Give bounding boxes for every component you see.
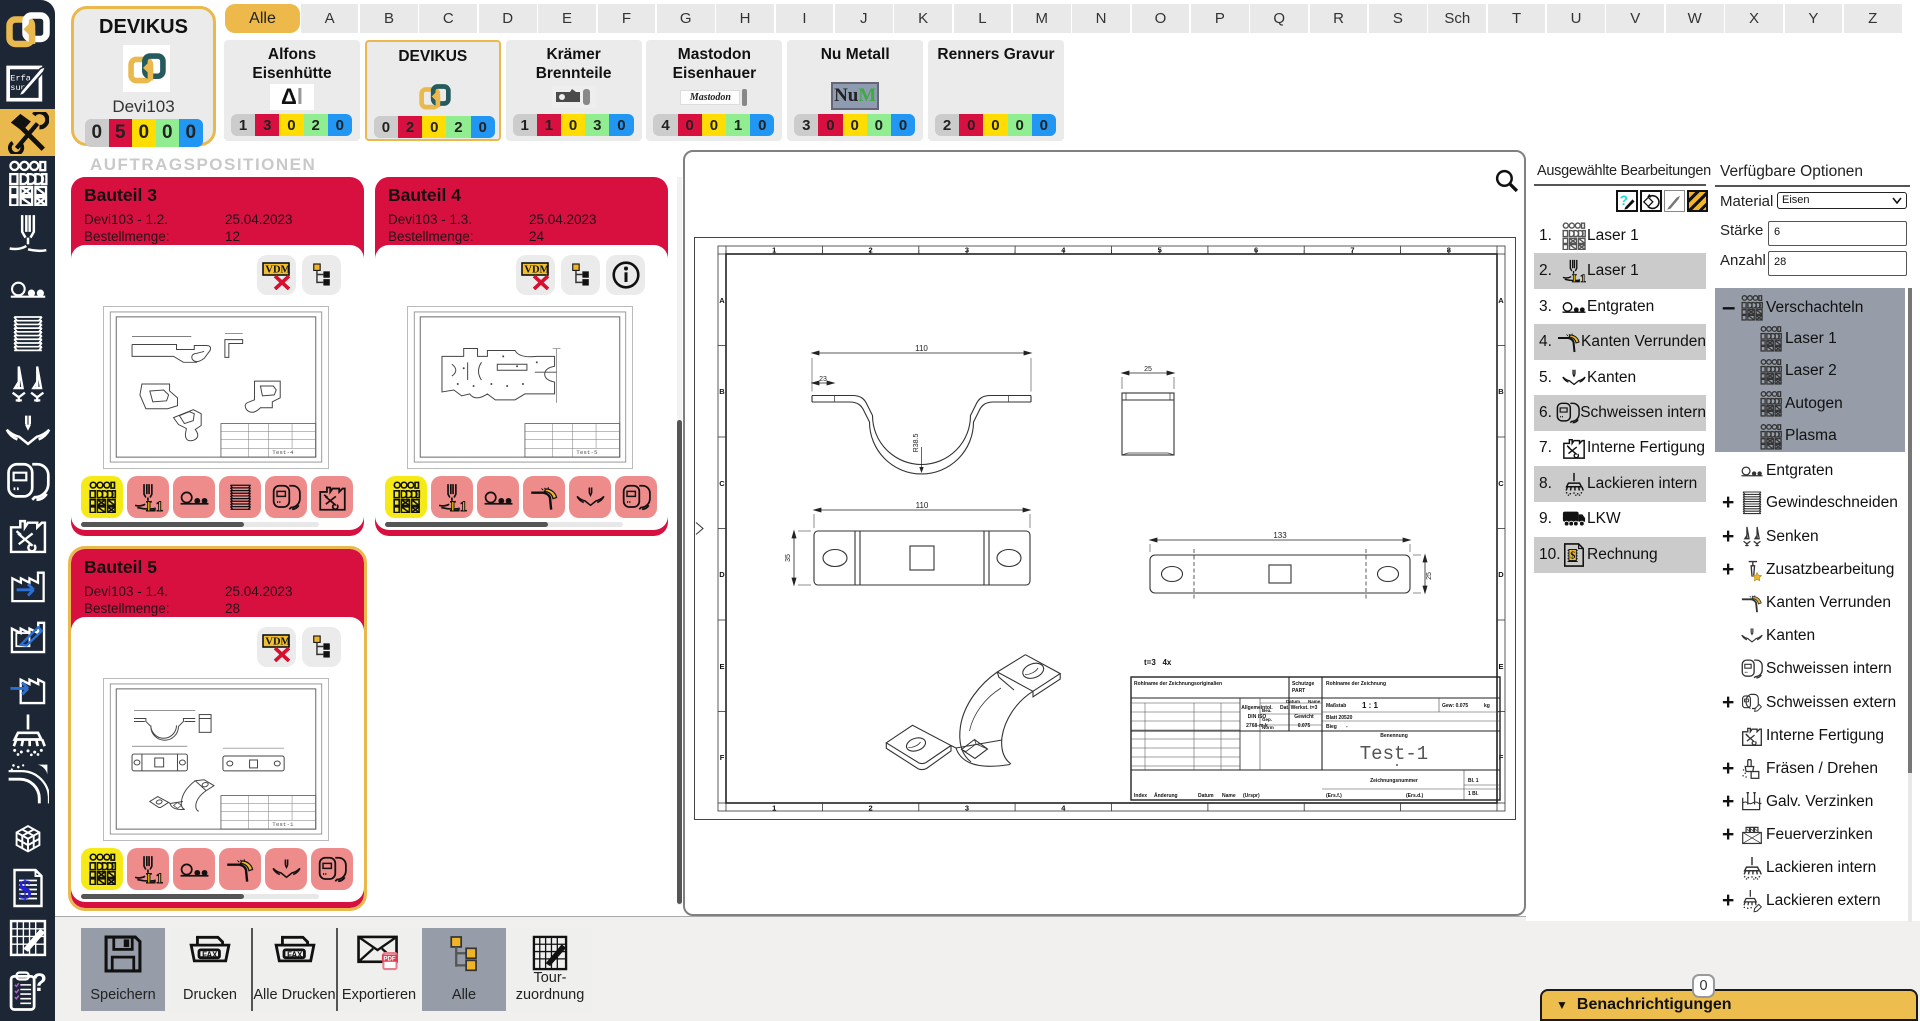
svg-text:5: 5 bbox=[1158, 246, 1162, 255]
svg-text:35: 35 bbox=[785, 554, 792, 562]
svg-text:2: 2 bbox=[869, 804, 873, 813]
svg-text:Test-1: Test-1 bbox=[1360, 743, 1428, 765]
svg-text:Zeichnungsnummer: Zeichnungsnummer bbox=[1370, 778, 1418, 784]
svg-text:Norm: Norm bbox=[1262, 725, 1274, 730]
svg-text:Test-1: Test-1 bbox=[272, 821, 294, 828]
svg-text:Dat.: Dat. bbox=[1280, 705, 1290, 711]
svg-text:3: 3 bbox=[965, 246, 969, 255]
svg-text:A: A bbox=[1498, 296, 1504, 305]
svg-text:23: 23 bbox=[819, 376, 827, 383]
svg-text:2: 2 bbox=[869, 246, 873, 255]
svg-text:B: B bbox=[719, 387, 725, 396]
svg-text:Bieg: Bieg bbox=[1326, 724, 1337, 730]
svg-text:Gep.: Gep. bbox=[1262, 717, 1272, 722]
svg-text:D: D bbox=[1498, 570, 1504, 579]
svg-text:Bl. 1: Bl. 1 bbox=[1468, 778, 1479, 784]
svg-text:(Ers.f.): (Ers.f.) bbox=[1326, 793, 1342, 799]
svg-text:PART: PART bbox=[1292, 688, 1305, 694]
svg-text:3: 3 bbox=[965, 804, 969, 813]
svg-text:Werkst. t=3: Werkst. t=3 bbox=[1291, 705, 1318, 711]
svg-text:(Urspr): (Urspr) bbox=[1243, 793, 1260, 799]
svg-text:F: F bbox=[720, 753, 725, 762]
svg-text:Name: Name bbox=[1222, 793, 1236, 799]
svg-text:25: 25 bbox=[1144, 366, 1152, 373]
svg-text:Rohlname der Zeichnung: Rohlname der Zeichnung bbox=[1326, 681, 1386, 687]
svg-text:B: B bbox=[1498, 387, 1504, 396]
svg-text:Gew: 0.075: Gew: 0.075 bbox=[1442, 703, 1468, 709]
svg-text:kg: kg bbox=[1484, 703, 1490, 709]
svg-text:133: 133 bbox=[1273, 531, 1287, 540]
svg-text:Name: Name bbox=[1308, 699, 1321, 704]
svg-text:D: D bbox=[719, 570, 725, 579]
svg-text:A: A bbox=[719, 296, 725, 305]
svg-text:Benennung: Benennung bbox=[1380, 733, 1408, 739]
svg-text:Bea.: Bea. bbox=[1262, 708, 1272, 713]
svg-text:1 : 1: 1 : 1 bbox=[1362, 701, 1379, 710]
svg-text:6: 6 bbox=[1254, 246, 1258, 255]
svg-text:1: 1 bbox=[772, 804, 776, 813]
svg-text:1 Bl.: 1 Bl. bbox=[1468, 791, 1479, 797]
svg-text:E: E bbox=[719, 662, 724, 671]
svg-text:C: C bbox=[719, 479, 725, 488]
svg-text:Blatt 20520: Blatt 20520 bbox=[1326, 715, 1353, 721]
svg-text:Rohlname der Zeichnungsorigina: Rohlname der Zeichnungsoriginalien bbox=[1134, 681, 1222, 687]
svg-text:7: 7 bbox=[1350, 246, 1354, 255]
svg-text:Änderung: Änderung bbox=[1154, 792, 1178, 799]
svg-text:110: 110 bbox=[915, 344, 928, 353]
svg-text:Maßstab: Maßstab bbox=[1326, 703, 1346, 709]
svg-text:C: C bbox=[1498, 479, 1504, 488]
svg-text:Datum: Datum bbox=[1198, 793, 1214, 799]
svg-text:Schutzge: Schutzge bbox=[1292, 681, 1314, 687]
svg-text:25: 25 bbox=[1426, 572, 1433, 580]
svg-text:110: 110 bbox=[916, 501, 929, 510]
svg-text:Test-4: Test-4 bbox=[272, 449, 294, 456]
svg-text:0.075: 0.075 bbox=[1298, 723, 1311, 729]
svg-text:Test-5: Test-5 bbox=[576, 449, 598, 456]
svg-text:t=3 4x: t=3 4x bbox=[1144, 658, 1172, 667]
svg-text:E: E bbox=[1498, 662, 1503, 671]
svg-text:Index: Index bbox=[1134, 793, 1147, 799]
svg-text:R38.5: R38.5 bbox=[913, 434, 920, 453]
svg-text:8: 8 bbox=[1447, 246, 1451, 255]
svg-text:(Ers.d.): (Ers.d.) bbox=[1406, 793, 1424, 799]
svg-text:Gewicht: Gewicht bbox=[1294, 714, 1314, 720]
svg-text:Datum: Datum bbox=[1286, 699, 1300, 704]
svg-text:1: 1 bbox=[772, 246, 776, 255]
